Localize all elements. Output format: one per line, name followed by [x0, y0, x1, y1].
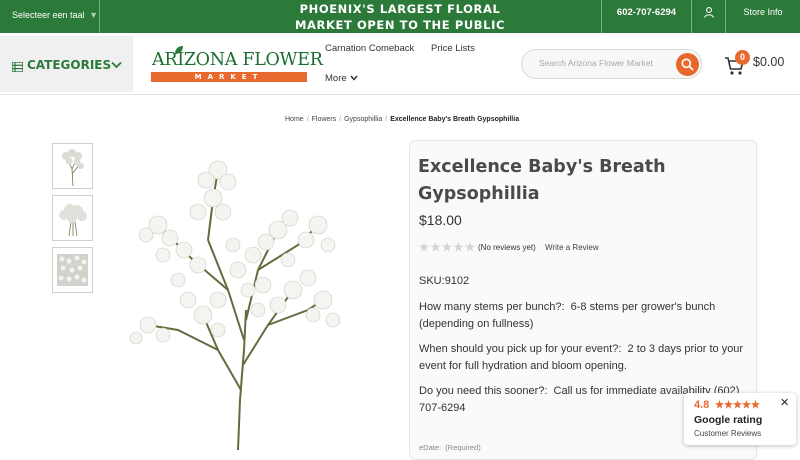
cart-total: $0.00 — [753, 55, 785, 69]
breadcrumb-gypsophillia[interactable]: Gypsophillia — [344, 116, 382, 123]
product-title: Excellence Baby's Breath Gypsophillia — [418, 157, 666, 204]
product-thumbnail-3[interactable] — [52, 247, 93, 293]
google-rating-value: 4.8 — [694, 399, 710, 411]
sku-value: 9102 — [444, 275, 470, 287]
pickup-timing-label: When should you pick up for your event?: — [419, 343, 622, 355]
rating-stars — [715, 400, 760, 409]
nav-carnation-comeback[interactable]: Carnation Comeback — [325, 43, 414, 54]
search-icon — [681, 58, 694, 71]
categories-menu-button[interactable]: CATEGORIES — [0, 36, 133, 92]
nav-price-lists[interactable]: Price Lists — [431, 43, 475, 54]
pickup-timing-row: When should you pick up for your event?:… — [419, 341, 751, 375]
edate-required: (Required) — [445, 443, 481, 452]
product-price: $18.00 — [419, 212, 462, 228]
logo-subtitle: MARKET — [151, 72, 307, 82]
google-rating-badge[interactable]: 4.8 ✕ Google rating Customer Reviews — [684, 393, 796, 445]
search-button[interactable] — [676, 53, 699, 76]
product-thumbnail-1[interactable] — [52, 143, 93, 189]
nav-more-label: More — [325, 73, 347, 84]
chevron-down-icon — [350, 75, 358, 81]
breadcrumb-home[interactable]: Home — [285, 116, 304, 123]
list-icon — [12, 62, 23, 72]
thumbnail-image — [59, 204, 87, 237]
breadcrumb-flowers[interactable]: Flowers — [312, 116, 337, 123]
search-box — [521, 49, 702, 79]
search-input[interactable] — [539, 58, 679, 68]
google-rating-subtitle: Customer Reviews — [694, 429, 762, 438]
cart-count-badge: 0 — [735, 50, 750, 65]
product-thumbnail-2[interactable] — [52, 195, 93, 241]
rating-stars — [419, 242, 475, 252]
promo-banner: PHOENIX'S LARGEST FLORAL MARKET OPEN TO … — [294, 2, 506, 32]
sku-row: SKU:9102 — [419, 273, 751, 290]
close-icon[interactable]: ✕ — [780, 396, 789, 409]
write-review-link[interactable]: Write a Review — [545, 243, 599, 252]
product-main-image[interactable] — [118, 150, 358, 450]
language-selector[interactable]: Selecteer een taal ▼ — [0, 0, 100, 33]
nav-more[interactable]: More — [325, 73, 358, 84]
cart-button[interactable]: 0 — [724, 50, 754, 77]
need-sooner-label: Do you need this sooner?: — [419, 385, 548, 397]
chevron-down-icon — [111, 61, 122, 69]
breadcrumb-current: Excellence Baby's Breath Gypsophillia — [390, 116, 520, 123]
account-button[interactable] — [692, 0, 726, 33]
breadcrumb: Home / Flowers / Gypsophillia / Excellence Bab… — [285, 116, 520, 123]
site-logo[interactable]: ARIZONA FLOWER MARKET — [150, 46, 323, 84]
chevron-down-icon: ▼ — [89, 10, 98, 20]
site-header: CATEGORIES ARIZONA FLOWER MARKET Carnati… — [0, 33, 800, 95]
edate-field-label: eDate: (Required) — [419, 443, 481, 452]
google-rating-title: Google rating — [694, 414, 763, 426]
categories-label: CATEGORIES — [27, 58, 112, 72]
top-bar: Selecteer een taal ▼ PHOENIX'S LARGEST F… — [0, 0, 800, 33]
stems-per-bunch-label: How many stems per bunch?: — [419, 301, 565, 313]
user-icon — [704, 7, 714, 18]
stems-per-bunch-row: How many stems per bunch?: 6-8 stems per… — [419, 299, 751, 333]
review-count: (No reviews yet) — [478, 243, 536, 252]
sku-label: SKU: — [419, 275, 445, 287]
language-selector-label: Selecteer een taal — [12, 10, 85, 20]
thumbnail-image — [57, 254, 88, 286]
phone-link[interactable]: 602-707-6294 — [601, 0, 692, 33]
logo-name: ARIZONA FLOWER — [152, 50, 323, 70]
store-info-link[interactable]: Store Info — [726, 0, 800, 33]
thumbnail-image — [62, 149, 84, 187]
edate-label: eDate: — [419, 443, 442, 452]
